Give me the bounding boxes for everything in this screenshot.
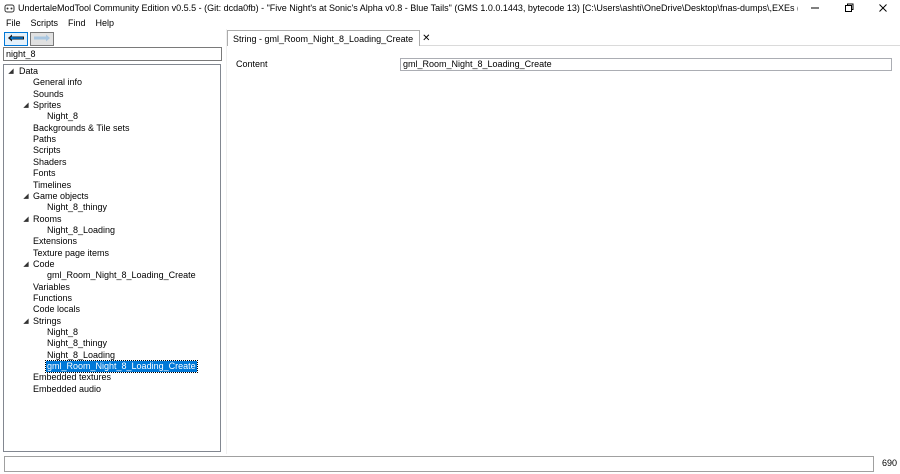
tree-item-label: gml_Room_Night_8_Loading_Create xyxy=(45,360,198,374)
tree-item[interactable]: ◢ Strings xyxy=(4,316,220,327)
tree-item-label: Code xyxy=(33,258,55,269)
menu-file[interactable]: File xyxy=(0,18,26,28)
tree-item[interactable]: ◢ Rooms xyxy=(4,214,220,225)
tab-strip: String - gml_Room_Night_8_Loading_Create… xyxy=(227,29,900,46)
tree-item-label: Game objects xyxy=(33,190,89,201)
tree-item[interactable]: Paths xyxy=(4,134,220,145)
tree-item[interactable]: Functions xyxy=(4,293,220,304)
tree-item-label: Sprites xyxy=(33,100,62,111)
tree-item-label: Backgrounds & Tile sets xyxy=(33,122,130,133)
tree-item[interactable]: ◢ Code xyxy=(4,259,220,270)
menu-bar: File Scripts Find Help xyxy=(0,16,900,29)
tree-item[interactable]: Backgrounds & Tile sets xyxy=(4,123,220,134)
content-field[interactable]: gml_Room_Night_8_Loading_Create xyxy=(400,58,892,71)
tree-item-label: Scripts xyxy=(33,145,61,156)
forward-button[interactable] xyxy=(30,32,54,46)
arrow-right-icon xyxy=(33,34,51,44)
window-title: UndertaleModTool Community Edition v0.5.… xyxy=(18,3,798,13)
expand-toggle-icon[interactable]: ◢ xyxy=(7,66,15,77)
tree-item[interactable]: Texture page items xyxy=(4,248,220,259)
command-input[interactable] xyxy=(4,456,874,472)
title-bar: UndertaleModTool Community Edition v0.5.… xyxy=(0,0,900,16)
tree-item[interactable]: Night_8_thingy xyxy=(4,202,220,213)
tree-item-label: Paths xyxy=(33,134,57,145)
menu-find[interactable]: Find xyxy=(63,18,91,28)
tree-item[interactable]: Fonts xyxy=(4,168,220,179)
tree-item-label: Functions xyxy=(33,293,73,303)
tree-item[interactable]: Night_8 xyxy=(4,111,220,122)
tree-item-label: Data xyxy=(19,66,39,76)
tree-item[interactable]: Sounds xyxy=(4,89,220,100)
gamepad-icon xyxy=(3,2,15,14)
tree-item[interactable]: Code locals xyxy=(4,304,220,315)
restore-icon[interactable] xyxy=(832,0,866,16)
search-input[interactable]: night_8 xyxy=(3,47,222,61)
tree-item-label: Night_8_Loading xyxy=(47,224,116,235)
tree-item[interactable]: Scripts xyxy=(4,145,220,156)
content-label: Content xyxy=(236,59,268,69)
tree-item[interactable]: ◢ Game objects xyxy=(4,191,220,202)
tree-item-label: Night_8_thingy xyxy=(47,338,108,349)
tree-item[interactable]: Extensions xyxy=(4,236,220,247)
tree-item-label: Texture page items xyxy=(33,247,110,258)
tree-item[interactable]: gml_Room_Night_8_Loading_Create xyxy=(4,360,220,374)
tree-item-label: General info xyxy=(33,77,83,88)
status-count: 690 xyxy=(882,458,898,468)
expand-toggle-icon[interactable]: ◢ xyxy=(22,316,30,327)
close-icon[interactable] xyxy=(866,0,900,16)
tree-item-label: Extensions xyxy=(33,236,78,247)
expand-toggle-icon[interactable]: ◢ xyxy=(22,259,30,270)
close-icon[interactable]: ✕ xyxy=(422,33,430,44)
tree-item-label: Rooms xyxy=(33,213,62,224)
tree-item[interactable]: Night_8_thingy xyxy=(4,338,220,349)
tree-item[interactable]: Night_8_Loading xyxy=(4,225,220,236)
tree-item-label: Code locals xyxy=(33,304,81,315)
tree-item[interactable]: Variables xyxy=(4,282,220,293)
tree-item-label: Timelines xyxy=(33,179,72,190)
nav-buttons xyxy=(4,32,56,46)
arrow-left-icon xyxy=(7,34,25,44)
tree-item[interactable]: ◢ Data xyxy=(4,66,220,77)
tree-item[interactable]: Night_8_Loading xyxy=(4,350,220,361)
tree-item[interactable]: Embedded textures xyxy=(4,372,220,383)
tree-item-label: Night_8_thingy xyxy=(47,202,108,213)
tree-item-label: Sounds xyxy=(33,88,64,99)
tree-item-label: Variables xyxy=(33,281,70,292)
tree-item[interactable]: Night_8 xyxy=(4,327,220,338)
tree-item[interactable]: Embedded audio xyxy=(4,384,220,395)
tree-item-label: Shaders xyxy=(33,156,67,167)
minimize-icon[interactable] xyxy=(798,0,832,16)
tree-item[interactable]: ◢ Sprites xyxy=(4,100,220,111)
tree-item-label: Fonts xyxy=(33,168,56,179)
tree-item-label: Embedded audio xyxy=(33,383,102,394)
tree-item-label: gml_Room_Night_8_Loading_Create xyxy=(47,270,196,281)
tab-label: String - gml_Room_Night_8_Loading_Create xyxy=(233,33,414,44)
expand-toggle-icon[interactable]: ◢ xyxy=(22,214,30,225)
menu-scripts[interactable]: Scripts xyxy=(26,18,64,28)
back-button[interactable] xyxy=(4,32,28,46)
tree-item-label: Night_8 xyxy=(47,327,79,338)
tree-item-label: Night_8_Loading xyxy=(47,349,116,360)
expand-toggle-icon[interactable]: ◢ xyxy=(22,100,30,111)
tree-item-label: Embedded textures xyxy=(33,372,112,383)
tree-item-label: Night_8 xyxy=(47,111,79,122)
tree-item[interactable]: gml_Room_Night_8_Loading_Create xyxy=(4,270,220,281)
explorer-panel: night_8 ◢ Data General info Sounds ◢ Sprites N… xyxy=(0,29,226,454)
tree-item[interactable]: General info xyxy=(4,77,220,88)
status-bar: 690 xyxy=(0,454,900,474)
menu-help[interactable]: Help xyxy=(91,18,120,28)
panel-splitter[interactable] xyxy=(226,29,227,454)
expand-toggle-icon[interactable]: ◢ xyxy=(22,191,30,202)
tab-string-editor[interactable]: String - gml_Room_Night_8_Loading_Create… xyxy=(227,30,431,46)
resource-tree: ◢ Data General info Sounds ◢ Sprites Night_8 Ba… xyxy=(3,64,221,452)
tree-item[interactable]: Timelines xyxy=(4,180,220,191)
tree-item-label: Strings xyxy=(33,315,62,326)
tree-item[interactable]: Shaders xyxy=(4,157,220,168)
